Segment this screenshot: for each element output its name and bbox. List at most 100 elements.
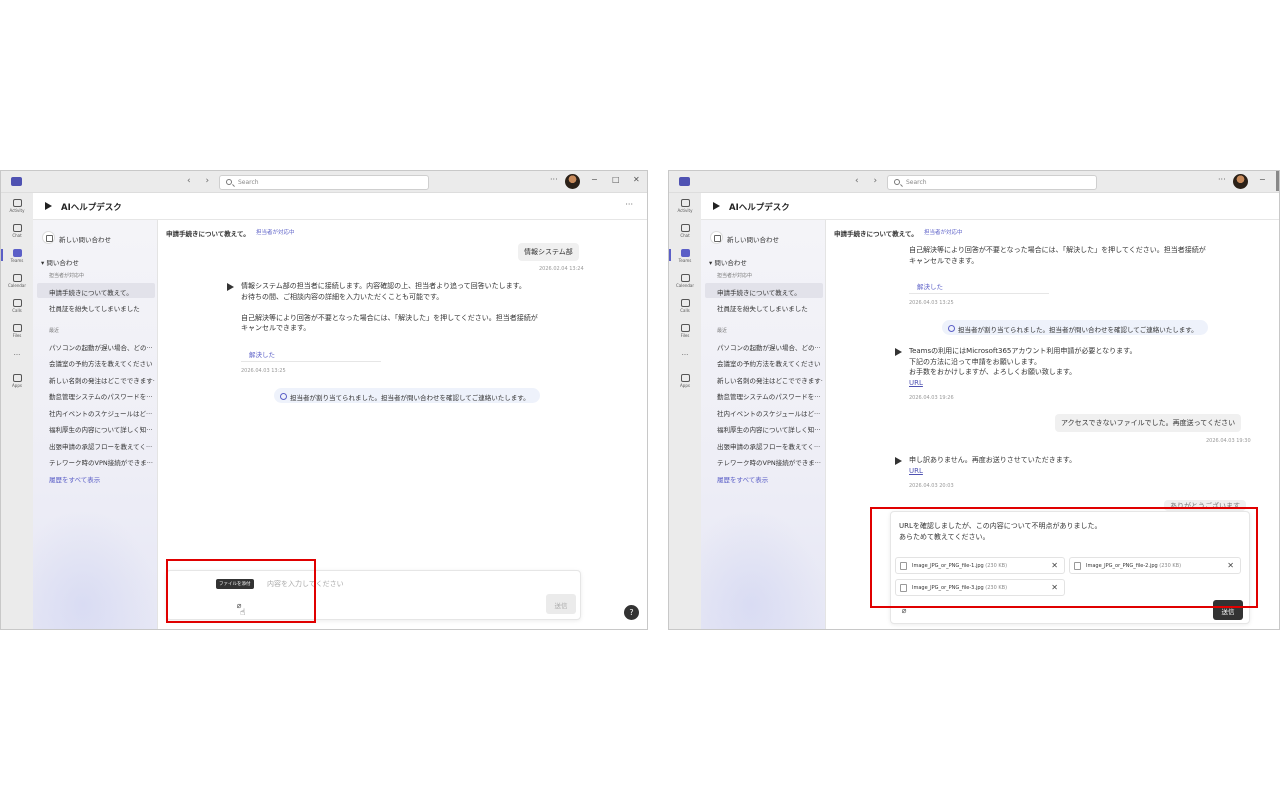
sidebar-item-recent[interactable]: 社内イベントのスケジュールはど··· [37,404,155,419]
app-more-button[interactable]: ··· [625,200,633,209]
rail-calendar[interactable]: Calendar [669,274,701,288]
sidebar-item-recent[interactable]: テレワーク時のVPN接続ができま··· [705,453,823,468]
sidebar-item-assigned-1[interactable]: 申請手続きについて教えて。 [37,283,155,298]
send-button[interactable]: 送信 [546,594,576,614]
bot-line: 情報システム部の担当者に接続します。内容確認の上、担当者より追って回答いたします… [241,282,526,290]
sidebar-item-recent[interactable]: 新しい名刺の発注はどこでできます··· [37,371,155,386]
search-placeholder: Search [238,179,259,186]
history-link[interactable]: 履歴をすべて表示 [49,474,100,484]
rail-calls[interactable]: Calls [669,299,701,313]
app-logo-icon [45,202,52,210]
search-icon [226,179,232,185]
rail-label: Teams [10,258,24,263]
section-inquiries[interactable]: ▾ 問い合わせ [41,257,79,267]
sidebar-item-recent[interactable]: 福利厚生の内容について詳しく知··· [37,420,155,435]
minimize-icon[interactable]: − [1259,175,1266,184]
assignment-notice: 担当者が割り当てられました。担当者が問い合わせを確認してご連絡いたします。 [942,320,1208,335]
rail-calls[interactable]: Calls [1,299,33,313]
rail-more[interactable]: ··· [1,351,33,359]
sidebar-item-recent[interactable]: パソコンの起動が遅い場合、どの··· [37,338,155,353]
more-options-button[interactable]: ··· [1218,175,1226,184]
rail-activity[interactable]: Activity [1,199,33,213]
sidebar-item-assigned-1[interactable]: 申請手続きについて教えて。 [705,283,823,298]
app-rail: Activity Chat Teams Calendar Calls Files… [669,193,701,629]
bot-line: お手数をおかけしますが、よろしくお願い致します。 [909,368,1077,376]
rail-files[interactable]: Files [669,324,701,338]
resolve-button[interactable]: 解決した [249,349,275,359]
rail-files[interactable]: Files [1,324,33,338]
message-timestamp: 2026.04.03 13:25 [241,368,286,374]
resolve-button[interactable]: 解決した [917,281,943,291]
bot-message: 情報システム部の担当者に接続します。内容確認の上、担当者より追って回答いたします… [227,281,538,334]
minimize-icon[interactable]: − [591,175,598,184]
sidebar-item-recent[interactable]: 社内イベントのスケジュールはど··· [705,404,823,419]
rail-apps[interactable]: Apps [669,374,701,388]
sidebar-item-recent[interactable]: 新しい名刺の発注はどこでできます··· [705,371,823,386]
divider [241,361,381,362]
chat-icon [12,224,22,232]
sidebar-item-assigned-2[interactable]: 社員証を紛失してしまいました [705,299,823,314]
rail-apps[interactable]: Apps [1,374,33,388]
bot-line: キャンセルできます。 [909,256,979,265]
rail-more[interactable]: ··· [669,351,701,359]
nav-arrows[interactable]: ‹ › [855,176,883,186]
rail-label: Apps [680,383,690,388]
sidebar-item-recent[interactable]: パソコンの起動が遅い場合、どの··· [705,338,823,353]
rail-teams[interactable]: Teams [669,249,701,263]
phone-icon [12,299,22,307]
sidebar-item-recent[interactable]: 勤怠管理システムのパスワードを··· [705,387,823,402]
sidebar-item-recent[interactable]: 出張申請の承認フローを教えてく··· [37,437,155,452]
user-message: アクセスできないファイルでした。再度送ってください [1055,414,1242,432]
rail-activity[interactable]: Activity [669,199,701,213]
rail-chat[interactable]: Chat [669,224,701,238]
file-icon [12,324,22,332]
avatar[interactable] [565,174,580,189]
more-options-button[interactable]: ··· [550,175,558,184]
divider [909,293,1049,294]
history-link[interactable]: 履歴をすべて表示 [717,474,768,484]
url-link[interactable]: URL [909,466,1076,477]
rail-teams[interactable]: Teams [1,249,33,263]
sidebar-item-recent[interactable]: 出張申請の承認フローを教えてく··· [705,437,823,452]
subsection-recent: 最近 [717,328,728,334]
avatar[interactable] [1233,174,1248,189]
maximize-icon[interactable]: □ [612,175,620,184]
subsection-assigned: 担当者が対応中 [717,273,753,279]
message-timestamp: 2026.04.03 19:26 [909,395,954,401]
thread-title: 申請手続きについて教えて。 [834,230,918,238]
sidebar-item-assigned-2[interactable]: 社員証を紛失してしまいました [37,299,155,314]
sidebar-item-recent[interactable]: 勤怠管理システムのパスワードを··· [37,387,155,402]
app-title: AIヘルプデスク [729,203,790,213]
sidebar-item-recent[interactable]: テレワーク時のVPN接続ができま··· [37,453,155,468]
search-input[interactable]: Search [219,175,429,190]
calendar-icon [680,274,690,282]
new-inquiry-button[interactable]: 新しい問い合わせ [707,230,819,245]
rail-label: Apps [12,383,22,388]
nav-arrows[interactable]: ‹ › [187,176,215,186]
apps-icon [12,374,22,382]
url-link[interactable]: URL [909,378,1136,389]
rail-label: Calendar [676,283,694,288]
highlight-box-composer [870,507,1258,608]
highlight-box-attach [166,559,316,623]
bot-line: 申し訳ありません。再度お送りさせていただきます。 [909,456,1077,464]
app-rail: Activity Chat Teams Calendar Calls Files… [1,193,33,629]
bell-icon [680,199,690,207]
teams-logo-icon [679,177,690,186]
sidebar-item-recent[interactable]: 会議室の予約方法を教えてください [705,354,823,369]
app-header: AIヘルプデスク [701,193,1279,220]
sidebar-item-recent[interactable]: 会議室の予約方法を教えてください [37,354,155,369]
new-inquiry-button[interactable]: 新しい問い合わせ [39,230,151,245]
rail-chat[interactable]: Chat [1,224,33,238]
window-scrollbar[interactable] [1276,171,1279,191]
app-title: AIヘルプデスク [61,203,122,213]
user-message: 情報システム部 [518,243,579,261]
sidebar-item-recent[interactable]: 福利厚生の内容について詳しく知··· [705,420,823,435]
thread-title: 申請手続きについて教えて。 [166,230,250,238]
close-icon[interactable]: ✕ [633,175,640,184]
section-inquiries[interactable]: ▾ 問い合わせ [709,257,747,267]
help-button[interactable]: ? [624,605,639,620]
status-badge: 担当者が対応中 [256,230,295,236]
rail-calendar[interactable]: Calendar [1,274,33,288]
search-input[interactable]: Search [887,175,1097,190]
